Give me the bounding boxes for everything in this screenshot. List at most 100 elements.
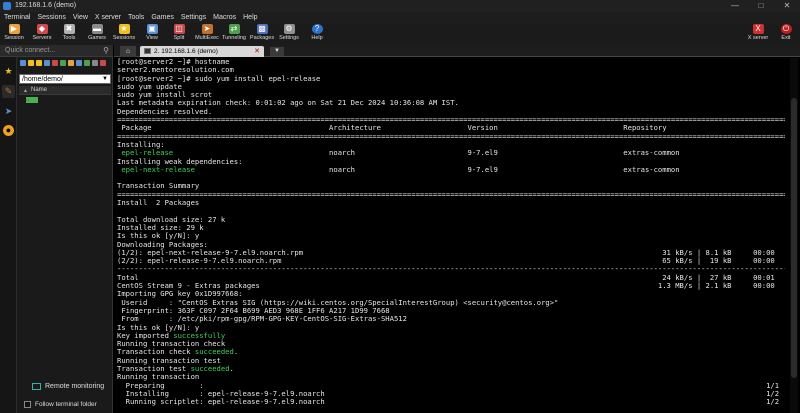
multiexec-button[interactable]: ➤ MultiExec [194, 23, 220, 45]
help-icon: ? [311, 24, 323, 34]
sessions-tab-icon[interactable]: ★ [2, 65, 15, 78]
terminal-icon [144, 48, 151, 54]
path-field[interactable]: /home/demo/ ▼ [19, 74, 111, 84]
sftp-toolbar [18, 58, 113, 68]
view-button[interactable]: ▣ View [139, 23, 165, 45]
tunneling-button[interactable]: ⇄ Tunneling [221, 23, 247, 45]
title-bar: 192.168.1.6 (demo) — □ ✕ [0, 0, 800, 12]
toolbar: ▶ Session ◆ Servers ✖ Tools ▬ Games ★ Se… [0, 23, 800, 45]
menu-terminal[interactable]: Terminal [0, 12, 33, 23]
remote-monitoring-button[interactable]: Remote monitoring [32, 381, 112, 391]
split-button[interactable]: ◫ Split [166, 23, 192, 45]
sidebar-vertical-tabs: ★ ✎ ➤ ● [0, 57, 17, 413]
terminal-output[interactable]: [root@server2 ~]# hostname server2.mentor… [117, 58, 785, 413]
terminal-scrollbar[interactable] [790, 58, 798, 413]
maximize-button[interactable]: □ [748, 0, 774, 12]
search-icon: ⚲ [103, 46, 109, 55]
multiexec-icon: ➤ [201, 24, 213, 34]
packages-button[interactable]: ▩ Packages [249, 23, 275, 45]
menu-sessions[interactable]: Sessions [33, 12, 68, 23]
exit-button[interactable]: ⏻ Exit [773, 23, 799, 45]
menu-view[interactable]: View [69, 12, 91, 23]
close-tab-icon[interactable]: ✕ [254, 46, 260, 57]
menu-macros[interactable]: Macros [209, 12, 239, 23]
sftp-tab-icon[interactable]: ➤ [2, 105, 15, 118]
file-list-header[interactable]: ▲ Name [19, 86, 111, 95]
tab-session-2[interactable]: 2. 192.168.1.6 (demo) ✕ [140, 46, 264, 57]
menu-tools[interactable]: Tools [124, 12, 147, 23]
terminal-line: Transaction test succeeded. [117, 363, 234, 373]
home-icon: ⌂ [125, 48, 131, 55]
terminal-line: From : /etc/pki/rpm-gpg/RPM-GPG-KEY-Cent… [117, 314, 407, 324]
terminal-line: Last metadata expiration check: 0:01:02 … [117, 98, 459, 108]
sort-icon: ▲ [23, 88, 28, 94]
menu-x-server[interactable]: X server [91, 12, 124, 23]
new-file-icon[interactable] [76, 60, 82, 66]
x-server-button[interactable]: X X server [745, 23, 771, 45]
new-folder-icon[interactable] [36, 60, 42, 66]
settings-button[interactable]: ⚙ Settings [276, 23, 302, 45]
sessions-button[interactable]: ★ Sessions [111, 23, 137, 45]
terminal-line: [root@server2 ~]# sudo yum install epel-… [117, 73, 321, 83]
tab-bar: ⌂ 2. 192.168.1.6 (demo) ✕ ▼ [114, 45, 800, 57]
menu-settings[interactable]: Settings [177, 12, 209, 23]
highlighted-text: epel-next-release [121, 164, 195, 174]
games-icon: ▬ [91, 24, 103, 34]
packages-icon: ▩ [256, 24, 268, 34]
stop-icon[interactable] [100, 60, 106, 66]
refresh-icon[interactable] [60, 60, 66, 66]
split-icon: ◫ [173, 24, 185, 34]
tools-button[interactable]: ✖ Tools [56, 23, 82, 45]
new-tab-button[interactable]: ▼ [270, 47, 284, 56]
terminal-line: ========================================… [117, 131, 785, 141]
tab-label: 2. 192.168.1.6 (demo) [154, 48, 218, 55]
terminal-line: Installed size: 29 k [117, 222, 204, 232]
menu-help[interactable]: Help [239, 12, 260, 23]
upload-icon[interactable] [20, 60, 26, 66]
session-icon: ▶ [8, 24, 20, 34]
quick-connect[interactable]: Quick connect... ⚲ [0, 45, 113, 57]
macros-tab-icon[interactable]: ● [3, 125, 14, 136]
sync-icon[interactable] [84, 60, 90, 66]
menu-games[interactable]: Games [147, 12, 177, 23]
minimize-button[interactable]: — [722, 0, 748, 12]
gear-icon: ⚙ [283, 24, 295, 34]
parent-folder-item[interactable]: .. [26, 97, 38, 103]
tunneling-icon: ⇄ [228, 24, 240, 34]
sidebar: Quick connect... ⚲ ★ ✎ ➤ ● /home/demo/ ▼… [0, 45, 113, 413]
games-button[interactable]: ▬ Games [84, 23, 110, 45]
session-button[interactable]: ▶ Session [1, 23, 27, 45]
terminal-line: sudo yum update [117, 81, 182, 91]
delete-icon[interactable] [52, 60, 58, 66]
path-text: /home/demo/ [22, 76, 63, 83]
servers-icon: ◆ [36, 24, 48, 34]
terminal-line: Install 2 Packages [117, 198, 200, 208]
folder-icon[interactable] [28, 60, 34, 66]
download-icon[interactable] [44, 60, 50, 66]
window-controls: — □ ✕ [722, 0, 800, 12]
help-button[interactable]: ? Help [304, 23, 330, 45]
home-folder-icon[interactable] [68, 60, 74, 66]
column-name: Name [31, 87, 48, 93]
servers-button[interactable]: ◆ Servers [29, 23, 55, 45]
home-tab[interactable]: ⌂ [120, 46, 136, 57]
terminal-line: epel-next-release noarch 9-7.el9 extras-… [121, 164, 785, 174]
terminal-line: Running scriptlet: epel-release-9-7.el9.… [117, 397, 780, 407]
window-title: 192.168.1.6 (demo) [15, 2, 77, 9]
checkbox[interactable] [24, 400, 31, 408]
close-button[interactable]: ✕ [774, 0, 800, 12]
follow-terminal-folder-checkbox[interactable]: Follow terminal folder [24, 399, 113, 409]
star-icon: ★ [118, 24, 130, 34]
tools-tab-icon[interactable]: ✎ [2, 85, 15, 98]
properties-icon[interactable] [92, 60, 98, 66]
chevron-down-icon[interactable]: ▼ [102, 75, 108, 84]
terminal-line: Total download size: 27 k [117, 214, 226, 224]
monitor-icon [32, 382, 41, 390]
quick-connect-input[interactable]: Quick connect... [5, 47, 55, 54]
xserver-icon: X [752, 24, 764, 34]
highlighted-text: epel-release [121, 148, 174, 158]
menu-bar: Terminal Sessions View X server Tools Ga… [0, 12, 800, 23]
tools-icon: ✖ [63, 24, 75, 34]
scrollbar-thumb[interactable] [791, 98, 797, 378]
